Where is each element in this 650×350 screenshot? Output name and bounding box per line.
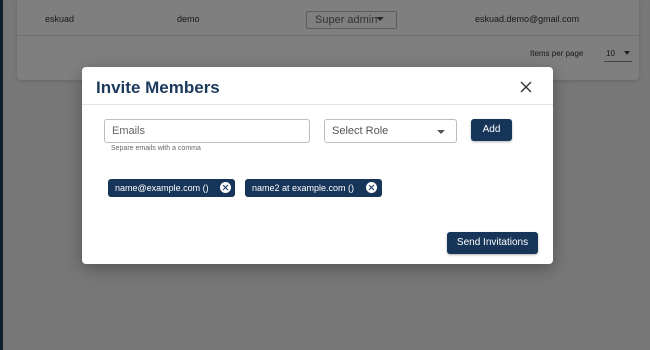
role-select-placeholder: Select Role [332, 125, 389, 137]
add-button[interactable]: Add [471, 119, 512, 141]
email-chip-label: name2 at example.com () [252, 183, 355, 193]
remove-chip-icon[interactable] [366, 182, 377, 193]
role-select[interactable]: Select Role [324, 119, 457, 143]
close-icon[interactable] [519, 80, 533, 94]
close-icon-glyph [520, 81, 532, 93]
remove-chip-icon[interactable] [220, 182, 231, 193]
email-chip: name@example.com () [108, 179, 235, 197]
email-chip-label: name@example.com () [115, 183, 209, 193]
emails-input[interactable] [104, 119, 310, 143]
email-chip: name2 at example.com () [245, 179, 382, 197]
dialog-title: Invite Members [96, 78, 220, 97]
emails-hint: Separe emails with a comma [111, 145, 201, 152]
chevron-down-icon [437, 130, 445, 134]
send-invitations-button[interactable]: Send Invitations [447, 232, 538, 254]
dialog-header: Invite Members [82, 67, 553, 105]
invite-members-dialog: Invite Members Separe emails with a comm… [82, 67, 553, 264]
